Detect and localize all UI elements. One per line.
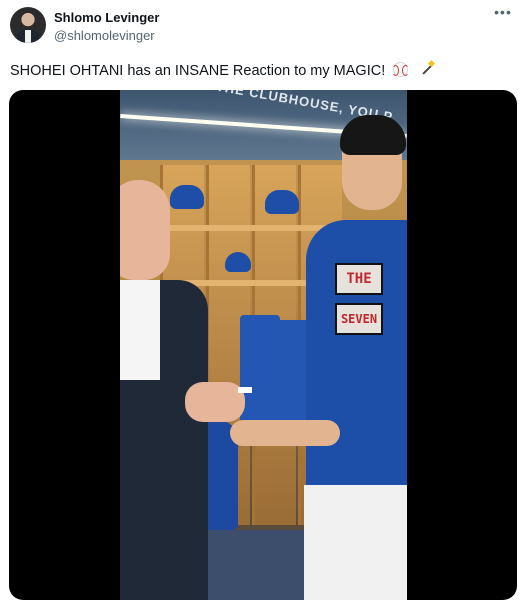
more-options-icon[interactable]: ••• xyxy=(493,5,513,23)
baseball-icon xyxy=(392,62,410,77)
video-frame: THE CLUBHOUSE, YOU P THE SEVEN xyxy=(120,90,407,600)
author-handle[interactable]: @shlomolevinger xyxy=(54,28,155,43)
tweet-card: Shlomo Levinger @shlomolevinger ••• SHOH… xyxy=(0,0,523,609)
hanging-jersey xyxy=(240,315,280,425)
shirt-text-seven: SEVEN xyxy=(335,303,383,335)
magician-hand xyxy=(185,382,245,422)
tweet-text-content: SHOHEI OHTANI has an INSANE Reaction to … xyxy=(10,63,386,79)
player-arm xyxy=(230,420,340,446)
helmet xyxy=(265,190,299,214)
helmet xyxy=(170,185,204,209)
player-hair xyxy=(340,115,406,155)
helmet xyxy=(225,252,251,272)
player-pants xyxy=(304,485,407,600)
author-display-name[interactable]: Shlomo Levinger xyxy=(54,10,159,25)
avatar[interactable] xyxy=(10,7,46,43)
video-player[interactable]: THE CLUBHOUSE, YOU P THE SEVEN xyxy=(9,90,517,600)
playing-card xyxy=(238,387,252,393)
magician-head xyxy=(120,180,170,280)
tweet-text: SHOHEI OHTANI has an INSANE Reaction to … xyxy=(10,59,436,79)
shirt-text-the: THE xyxy=(335,263,383,295)
magician-shirt xyxy=(120,280,160,380)
magic-wand-icon xyxy=(418,59,436,77)
tweet-header: Shlomo Levinger @shlomolevinger ••• xyxy=(10,5,513,47)
